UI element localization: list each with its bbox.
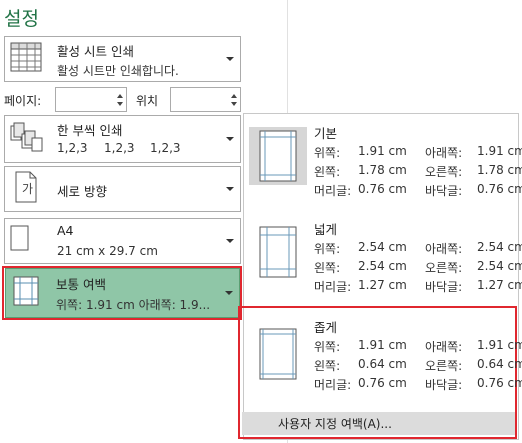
chevron-down-icon [226, 239, 234, 243]
paper-icon [10, 225, 32, 257]
custom-margins-label: 사용자 지정 여백(A)... [278, 417, 392, 431]
spin-up-icon[interactable] [231, 94, 237, 98]
margins-dropdown[interactable]: 보통 여백 위쪽: 1.91 cm 아래쪽: 1.9... [5, 268, 240, 318]
pages-from-input[interactable] [55, 87, 127, 112]
print-scope-title: 활성 시트 인쇄 [57, 44, 134, 59]
margin-option-name: 넓게 [314, 222, 338, 237]
margin-option-wide[interactable]: 넓게 위쪽: 2.54 cm 아래쪽: 2.54 cm 왼쪽: 2.54 cm 오른쪽: 2… [247, 211, 522, 297]
paper-size-title: A4 [57, 223, 74, 238]
normal-margins-icon [249, 127, 307, 185]
orientation-title: 세로 방향 [57, 184, 107, 199]
collate-page-1: 1,2,3 [57, 141, 88, 155]
custom-margins-button[interactable]: 사용자 지정 여백(A)... [242, 412, 515, 435]
margin-option-normal[interactable]: 기본 위쪽: 1.91 cm 아래쪽: 1.91 cm 왼쪽: 1.78 cm 오른쪽: 1… [247, 115, 522, 201]
pages-to-input[interactable] [170, 87, 241, 112]
margins-title: 보통 여백 [56, 277, 106, 292]
pages-label: 페이지: [4, 94, 42, 108]
chevron-down-icon [226, 137, 234, 141]
narrow-margins-icon [249, 325, 307, 383]
pages-to-label: 위치 [136, 94, 159, 108]
print-scope-subtitle: 활성 시트만 인쇄합니다. [57, 64, 179, 78]
spin-up-icon[interactable] [117, 94, 123, 98]
settings-title: 설정 [4, 8, 39, 30]
spin-down-icon[interactable] [117, 102, 123, 106]
spin-down-icon[interactable] [231, 102, 237, 106]
margins-icon [11, 276, 43, 310]
orientation-icon-text: 가 [22, 182, 34, 196]
margin-option-narrow[interactable]: 좁게 위쪽: 1.91 cm 아래쪽: 1.91 cm 왼쪽: 0.64 cm 오른쪽: 0… [247, 309, 522, 399]
margin-option-name: 기본 [314, 126, 338, 141]
chevron-down-icon [226, 57, 234, 61]
chevron-down-icon [225, 291, 233, 295]
margin-option-name: 좁게 [314, 320, 338, 335]
paper-size-dropdown[interactable]: A4 21 cm x 29.7 cm [4, 218, 241, 264]
collate-dropdown[interactable]: 한 부씩 인쇄 1,2,3 1,2,3 1,2,3 [4, 115, 241, 163]
orientation-dropdown[interactable]: 가 세로 방향 [4, 166, 241, 212]
collate-title: 한 부씩 인쇄 [57, 123, 123, 138]
paper-size-subtitle: 21 cm x 29.7 cm [57, 244, 158, 258]
chevron-down-icon [226, 187, 234, 191]
sheet-grid-icon [10, 42, 42, 76]
collate-page-3: 1,2,3 [150, 141, 181, 155]
collate-page-2: 1,2,3 [104, 141, 135, 155]
wide-margins-icon [249, 223, 307, 281]
print-scope-dropdown[interactable]: 활성 시트 인쇄 활성 시트만 인쇄합니다. [4, 36, 241, 82]
margins-subtitle: 위쪽: 1.91 cm 아래쪽: 1.9... [56, 298, 211, 312]
collated-pages-icon [10, 122, 44, 156]
